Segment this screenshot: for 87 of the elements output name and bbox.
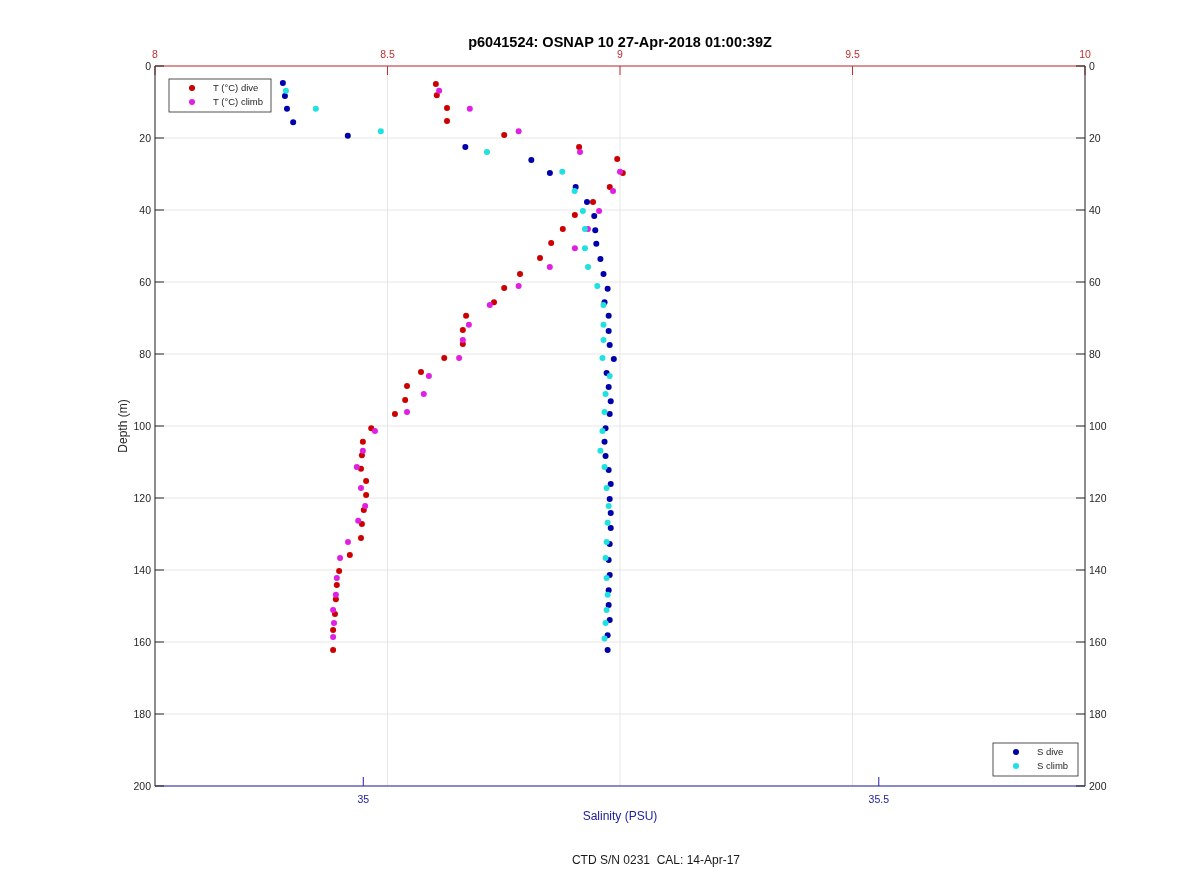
tick-label: 9.5 <box>845 48 860 60</box>
tick-label: 160 <box>133 636 151 648</box>
data-point <box>404 408 411 415</box>
data-point <box>391 411 398 418</box>
data-point <box>462 144 469 150</box>
data-point <box>344 132 351 139</box>
data-point <box>614 155 621 162</box>
data-point <box>404 383 411 390</box>
data-point <box>593 240 600 247</box>
data-point <box>402 397 409 404</box>
data-point <box>444 118 450 125</box>
tick-label: 60 <box>139 276 151 288</box>
data-point <box>581 245 588 252</box>
legend-label: S climb <box>1037 760 1069 771</box>
data-point <box>517 271 524 278</box>
axis-label: Salinity (PSU) <box>582 809 658 823</box>
data-point <box>537 254 543 261</box>
tick-label: 60 <box>1089 276 1101 288</box>
legend-label: T (°C) dive <box>213 82 259 93</box>
data-point <box>599 354 606 361</box>
data-point <box>346 551 353 558</box>
tick-label: 10 <box>1079 48 1091 60</box>
tick-label: 8.5 <box>380 48 395 60</box>
data-point <box>441 354 448 361</box>
tick-label: 100 <box>1089 420 1107 432</box>
data-point <box>420 390 427 397</box>
tick-label: 40 <box>1089 204 1101 216</box>
data-point <box>559 168 566 175</box>
axis-label: Depth (m) <box>116 399 130 453</box>
data-point <box>501 285 508 292</box>
tick-label: 180 <box>133 708 151 720</box>
data-point <box>290 119 297 126</box>
tick-label: 9 <box>617 48 623 60</box>
tick-label: 8 <box>152 48 158 60</box>
legend-label: S dive <box>1037 746 1064 757</box>
tick-label: 80 <box>1089 348 1101 360</box>
footer-note: CTD S/N 0231 CAL: 14-Apr-17 <box>571 853 741 867</box>
data-point <box>546 263 553 270</box>
data-point <box>559 226 566 233</box>
tick-label: 140 <box>1089 564 1107 576</box>
data-point <box>515 282 522 289</box>
data-point <box>358 534 364 541</box>
data-point <box>600 271 607 278</box>
data-point <box>501 132 508 139</box>
tick-label: 160 <box>1089 636 1107 648</box>
tick-label: 140 <box>133 564 151 576</box>
tick-label: 120 <box>133 492 151 504</box>
data-point <box>377 128 384 135</box>
data-point <box>515 128 522 135</box>
data-point <box>463 312 470 319</box>
tick-label: 200 <box>1089 780 1107 792</box>
data-point <box>337 555 344 562</box>
data-point <box>312 105 319 112</box>
data-point <box>585 263 592 270</box>
data-point <box>283 105 290 112</box>
data-point <box>548 240 555 247</box>
data-point <box>571 245 578 252</box>
chart-title: p6041524: OSNAP 10 27-Apr-2018 01:00:39Z <box>468 34 772 50</box>
data-point <box>601 438 608 445</box>
data-point <box>359 438 366 445</box>
tick-label: 180 <box>1089 708 1107 720</box>
data-point <box>597 255 604 262</box>
data-point <box>466 105 473 112</box>
data-point <box>604 285 611 292</box>
tick-label: 100 <box>133 420 151 432</box>
data-point <box>610 356 617 363</box>
data-point <box>594 282 601 289</box>
tick-label: 35 <box>357 793 370 805</box>
data-point <box>605 312 612 319</box>
data-point <box>546 169 553 176</box>
tick-label: 120 <box>1089 492 1107 504</box>
tick-label: 35.5 <box>868 793 889 805</box>
tick-label: 0 <box>1089 60 1095 72</box>
legend-label: T (°C) climb <box>213 96 264 107</box>
data-point <box>345 538 351 545</box>
tick-label: 200 <box>133 780 151 792</box>
tick-label: 40 <box>139 204 151 216</box>
data-point <box>456 354 463 361</box>
data-point <box>484 149 490 156</box>
tick-label: 80 <box>139 348 151 360</box>
data-point <box>330 646 337 653</box>
data-point <box>444 105 450 112</box>
data-point <box>528 156 535 163</box>
tick-label: 0 <box>145 60 151 72</box>
tick-label: 20 <box>139 132 151 144</box>
tick-label: 20 <box>1089 132 1101 144</box>
data-point <box>604 646 611 653</box>
